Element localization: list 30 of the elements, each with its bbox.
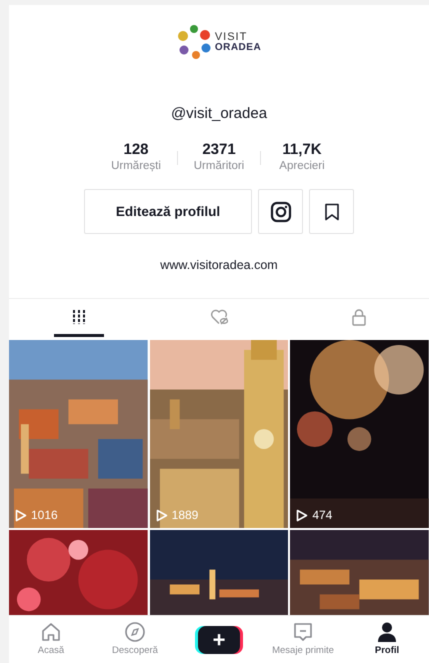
- instagram-button[interactable]: [258, 189, 303, 234]
- instagram-icon: [270, 200, 292, 223]
- stat-label: Urmăritori: [192, 159, 246, 174]
- logo-text: ORADEA: [214, 42, 262, 52]
- stat-value: 128: [122, 142, 150, 158]
- stat-value: 11,7K: [281, 142, 323, 158]
- view-count: 1016: [31, 507, 58, 524]
- play-icon: [15, 508, 27, 522]
- view-count: 474: [312, 507, 332, 524]
- person-icon: [376, 620, 398, 643]
- website-link[interactable]: www.visitoradea.com: [160, 256, 278, 275]
- logo-text: VISIT: [214, 32, 248, 42]
- home-icon: [40, 620, 62, 643]
- bookmark-button[interactable]: [309, 189, 354, 234]
- stat-label: Urmărești: [110, 159, 162, 174]
- lock-icon: [350, 308, 368, 326]
- create-button[interactable]: +: [198, 626, 240, 654]
- play-icon: [156, 508, 168, 522]
- stat-value: 2371: [201, 142, 237, 158]
- logo-icon: [176, 25, 211, 59]
- video-grid-icon: [70, 308, 88, 326]
- stat-label: Aprecieri: [278, 159, 326, 174]
- edit-profile-button[interactable]: Editează profilul: [84, 189, 252, 234]
- play-icon: [296, 508, 308, 522]
- bookmark-icon: [324, 202, 340, 221]
- message-icon: [292, 620, 314, 643]
- view-count: 1889: [172, 507, 198, 524]
- compass-icon: [124, 620, 146, 643]
- username: @visit_oradea: [170, 104, 268, 124]
- heart-icon: [210, 308, 228, 326]
